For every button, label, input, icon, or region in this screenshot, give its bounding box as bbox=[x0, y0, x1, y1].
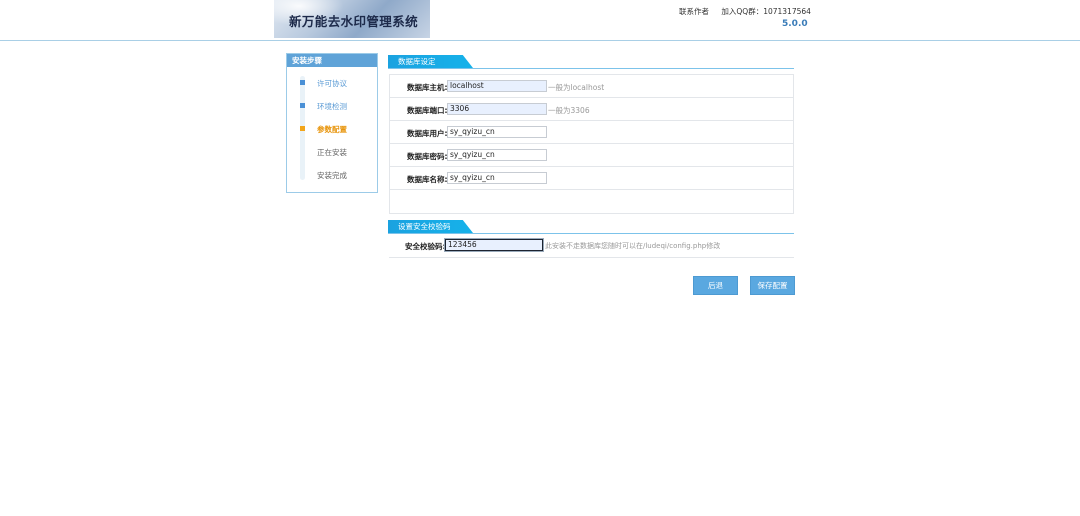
top-links: 联系作者 加入QQ群：1071317564 bbox=[679, 6, 811, 17]
db-port-label: 数据库端口: bbox=[407, 106, 448, 115]
db-password-label: 数据库密码: bbox=[407, 152, 448, 161]
save-config-button[interactable]: 保存配置 bbox=[750, 276, 795, 295]
step-done-icon bbox=[300, 80, 305, 85]
qq-group-link[interactable]: 加入QQ群：1071317564 bbox=[721, 7, 811, 16]
db-port-row: 数据库端口: 3306 一般为3306 bbox=[390, 98, 793, 121]
step-complete: 安装完成 bbox=[287, 168, 377, 182]
version-label: 5.0.0 bbox=[782, 19, 808, 29]
db-section-title: 数据库设定 bbox=[388, 55, 473, 68]
app-title: 新万能去水印管理系统 bbox=[289, 14, 419, 29]
security-code-label: 安全校验码: bbox=[405, 242, 446, 251]
db-host-label: 数据库主机: bbox=[407, 83, 448, 92]
security-code-row: 安全校验码: 123456 此安装不走数据库您随时可以在/ludeqi/conf… bbox=[389, 235, 794, 258]
db-name-input[interactable]: sy_qyizu_cn bbox=[447, 172, 547, 184]
step-config: 参数配置 bbox=[287, 122, 377, 136]
db-user-input[interactable]: sy_qyizu_cn bbox=[447, 126, 547, 138]
security-code-hint: 此安装不走数据库您随时可以在/ludeqi/config.php修改 bbox=[545, 242, 721, 250]
step-pending-icon bbox=[300, 149, 305, 154]
db-name-label: 数据库名称: bbox=[407, 175, 448, 184]
step-label: 许可协议 bbox=[317, 79, 347, 88]
db-user-row: 数据库用户: sy_qyizu_cn bbox=[390, 121, 793, 144]
step-current-icon bbox=[300, 126, 305, 131]
security-code-input[interactable]: 123456 bbox=[445, 239, 543, 251]
security-section-divider bbox=[388, 233, 794, 234]
db-section-divider bbox=[388, 68, 794, 69]
step-label: 安装完成 bbox=[317, 171, 347, 180]
back-button[interactable]: 后退 bbox=[693, 276, 738, 295]
db-settings-form: 数据库主机: localhost 一般为localhost 数据库端口: 330… bbox=[389, 74, 794, 214]
step-done-icon bbox=[300, 103, 305, 108]
db-host-hint: 一般为localhost bbox=[548, 83, 605, 92]
step-pending-icon bbox=[300, 172, 305, 177]
step-env-check: 环境检测 bbox=[287, 99, 377, 113]
contact-author-link[interactable]: 联系作者 bbox=[679, 7, 709, 16]
install-steps-panel: 安装步骤 许可协议 环境检测 参数配置 正在安装 安装完成 bbox=[286, 53, 378, 193]
step-label: 环境检测 bbox=[317, 102, 347, 111]
db-password-row: 数据库密码: sy_qyizu_cn bbox=[390, 144, 793, 167]
step-label: 正在安装 bbox=[317, 148, 347, 157]
header: 新万能去水印管理系统 联系作者 加入QQ群：1071317564 5.0.0 bbox=[0, 0, 1080, 41]
db-host-input[interactable]: localhost bbox=[447, 80, 547, 92]
db-port-hint: 一般为3306 bbox=[548, 106, 590, 115]
db-name-row: 数据库名称: sy_qyizu_cn bbox=[390, 167, 793, 190]
db-port-input[interactable]: 3306 bbox=[447, 103, 547, 115]
app-logo: 新万能去水印管理系统 bbox=[274, 0, 430, 38]
db-password-input[interactable]: sy_qyizu_cn bbox=[447, 149, 547, 161]
db-user-label: 数据库用户: bbox=[407, 129, 448, 138]
db-host-row: 数据库主机: localhost 一般为localhost bbox=[390, 75, 793, 98]
security-section-title: 设置安全校验码 bbox=[388, 220, 473, 233]
step-installing: 正在安装 bbox=[287, 145, 377, 159]
step-license: 许可协议 bbox=[287, 76, 377, 90]
steps-title: 安装步骤 bbox=[287, 54, 377, 67]
step-label: 参数配置 bbox=[317, 125, 347, 134]
